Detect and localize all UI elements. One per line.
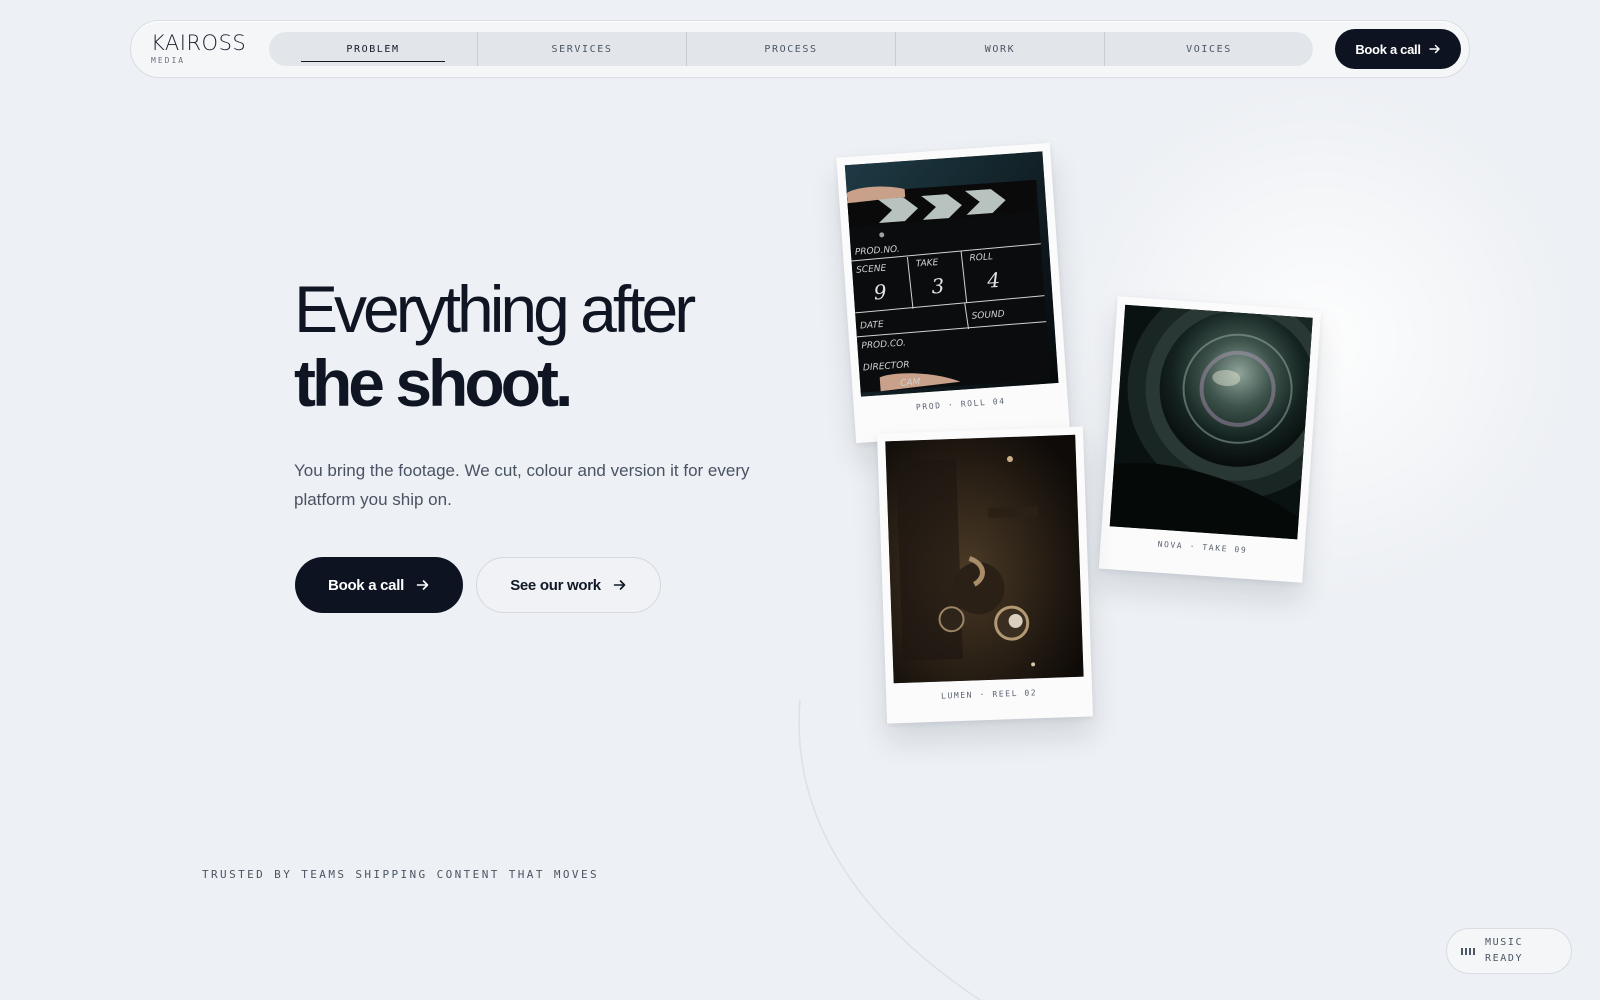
- music-toggle[interactable]: MUSIC READY: [1446, 928, 1572, 974]
- book-call-label: Book a call: [328, 576, 404, 594]
- hero-title-line1: Everything after: [294, 272, 696, 346]
- tab-work[interactable]: WORK: [895, 32, 1104, 66]
- hero-title: Everything after the shoot.: [294, 272, 696, 420]
- tab-process[interactable]: PROCESS: [686, 32, 895, 66]
- clap-scene-text: SCENE: [856, 264, 887, 276]
- camera-lens-photo: [1109, 304, 1313, 540]
- nav-book-call-button[interactable]: Book a call: [1335, 29, 1461, 69]
- top-nav: KAIROSS MEDIA PROBLEM SERVICES PROCESS W…: [130, 20, 1470, 78]
- arrow-right-icon: [613, 578, 627, 592]
- polaroid-camera-lens: NOVA · TAKE 09: [1098, 296, 1322, 583]
- trusted-by-label: TRUSTED BY TEAMS SHIPPING CONTENT THAT M…: [202, 868, 599, 881]
- see-work-label: See our work: [510, 576, 601, 594]
- clap-date-text: DATE: [860, 320, 885, 332]
- clap-take-text: TAKE: [916, 258, 939, 270]
- equalizer-icon: [1461, 947, 1475, 955]
- polaroid-clapperboard: PROD.NO. SCENE TAKE ROLL DATE SOUND PROD…: [836, 142, 1070, 444]
- arrow-right-icon: [1428, 43, 1441, 55]
- nav-tabs: PROBLEM SERVICES PROCESS WORK VOICES: [269, 32, 1313, 66]
- tab-problem[interactable]: PROBLEM: [269, 32, 477, 66]
- brand-name: KAIROSS: [151, 31, 247, 55]
- clap-cam-text: CAM: [900, 377, 921, 388]
- arrow-right-icon: [416, 578, 430, 592]
- tab-services[interactable]: SERVICES: [477, 32, 686, 66]
- clap-take-value: 3: [931, 274, 945, 299]
- film-projector-photo: [885, 434, 1084, 684]
- clap-roll-value: 4: [985, 268, 1000, 293]
- tab-voices[interactable]: VOICES: [1104, 32, 1313, 66]
- hero-title-line2: the shoot.: [294, 346, 573, 420]
- see-work-button[interactable]: See our work: [476, 557, 661, 613]
- nav-book-call-label: Book a call: [1355, 41, 1421, 57]
- clap-scene-value: 9: [873, 280, 888, 305]
- clap-roll-text: ROLL: [969, 252, 993, 264]
- clapperboard-photo: PROD.NO. SCENE TAKE ROLL DATE SOUND PROD…: [844, 151, 1059, 397]
- book-call-button[interactable]: Book a call: [295, 557, 463, 613]
- music-status-label: MUSIC READY: [1485, 937, 1524, 964]
- brand-subtitle: MEDIA: [151, 56, 186, 65]
- polaroid-film-projector: LUMEN · REEL 02: [877, 426, 1093, 724]
- brand-logo[interactable]: KAIROSS MEDIA: [151, 32, 246, 65]
- hero-subtitle: You bring the footage. We cut, colour an…: [294, 461, 750, 509]
